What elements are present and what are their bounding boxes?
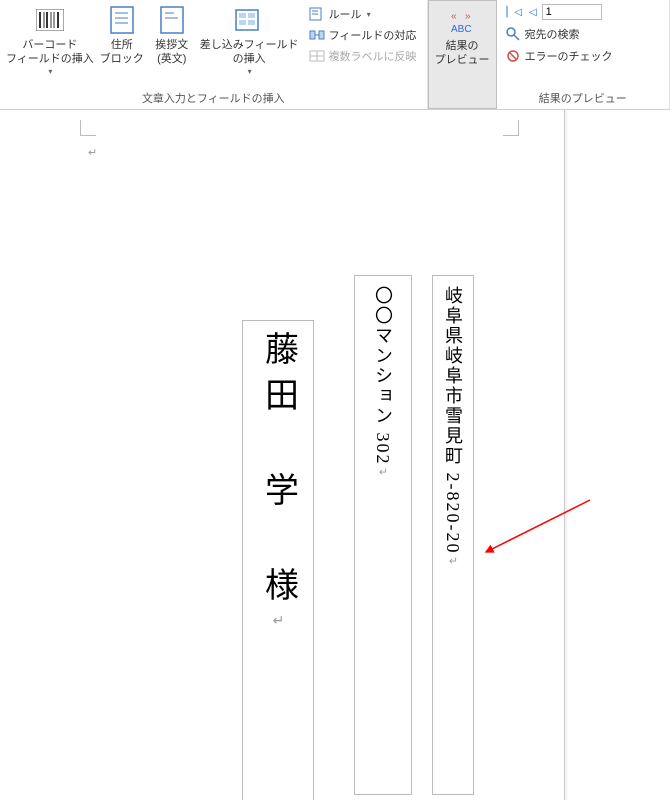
rules-icon [309, 6, 325, 22]
find-recipient-label: 宛先の検索 [525, 26, 580, 42]
svg-text:ABC: ABC [451, 24, 472, 35]
match-fields-label: フィールドの対応 [329, 27, 417, 43]
recipient-name-frame[interactable]: 藤田 学 様↵ [242, 320, 314, 800]
write-insert-group-label: 文章入力とフィールドの挿入 [4, 88, 423, 109]
ribbon: バーコード フィールドの挿入 ▾ 住所 ブロック 挨拶文 (英文) 差し [0, 0, 670, 110]
greeting-line-label: 挨拶文 (英文) [155, 38, 188, 67]
update-labels-icon [309, 48, 325, 64]
address-block-icon [106, 4, 138, 36]
update-labels-label: 複数ラベルに反映 [329, 48, 417, 64]
margin-corner-tr [503, 120, 519, 136]
insert-merge-field-icon [233, 4, 265, 36]
prev-record-button[interactable]: ◁ [527, 5, 539, 20]
update-labels-button: 複数ラベルに反映 [305, 46, 421, 66]
annotation-arrow [480, 490, 600, 610]
preview-results-icon: « » ABC [446, 5, 478, 37]
recipient-name-text: 藤田 学 様↵ [254, 331, 303, 800]
ribbon-group-preview: ▏◁ ◁ 宛先の検索 エラーのチェック 結果のプレビュー [497, 0, 670, 109]
barcode-label: バーコード フィールドの挿入 [6, 38, 94, 67]
insert-merge-field-label: 差し込みフィールド の挿入 [200, 38, 299, 67]
barcode-icon [34, 4, 66, 36]
rules-label: ルール [329, 6, 362, 22]
address-line2-text: 〇〇マンション 302↵ [370, 286, 396, 784]
rules-button[interactable]: ルール ▾ [305, 4, 421, 24]
preview-results-button[interactable]: « » ABC 結果の プレビュー [433, 3, 492, 70]
ribbon-group-write-insert: バーコード フィールドの挿入 ▾ 住所 ブロック 挨拶文 (英文) 差し [0, 0, 428, 109]
address-block-button[interactable]: 住所 ブロック [98, 2, 146, 69]
search-icon [505, 26, 521, 42]
check-errors-button[interactable]: エラーのチェック [501, 46, 665, 66]
preview-group-label: 結果のプレビュー [501, 88, 665, 109]
svg-text:«: « [451, 11, 457, 22]
match-fields-button[interactable]: フィールドの対応 [305, 25, 421, 45]
address-line2-frame[interactable]: 〇〇マンション 302↵ [354, 275, 412, 795]
preview-results-group: « » ABC 結果の プレビュー [428, 0, 497, 109]
check-errors-label: エラーのチェック [525, 48, 613, 64]
find-recipient-button[interactable]: 宛先の検索 [501, 24, 665, 44]
greeting-line-button[interactable]: 挨拶文 (英文) [148, 2, 196, 69]
first-record-button[interactable]: ▏◁ [505, 5, 524, 20]
preview-results-label: 結果の プレビュー [435, 39, 490, 68]
check-errors-icon [505, 48, 521, 64]
address-line1-frame[interactable]: 岐阜県岐阜市雪見町 2-820-20↵ [432, 275, 474, 795]
paragraph-mark: ↵ [88, 146, 97, 159]
barcode-field-button[interactable]: バーコード フィールドの挿入 ▾ [4, 2, 96, 78]
page[interactable]: ↵ 岐阜県岐阜市雪見町 2-820-20↵ 〇〇マンション 302↵ 藤田 学 … [0, 110, 565, 800]
document-area[interactable]: ↵ 岐阜県岐阜市雪見町 2-820-20↵ 〇〇マンション 302↵ 藤田 学 … [0, 110, 670, 800]
address-line1-text: 岐阜県岐阜市雪見町 2-820-20↵ [440, 286, 466, 784]
record-number-input[interactable] [542, 4, 602, 20]
chevron-down-icon: ▾ [367, 10, 371, 19]
chevron-down-icon: ▾ [248, 67, 252, 76]
greeting-line-icon [156, 4, 188, 36]
match-fields-icon [309, 27, 325, 43]
insert-merge-field-button[interactable]: 差し込みフィールド の挿入 ▾ [198, 2, 301, 78]
svg-text:»: » [465, 11, 471, 22]
margin-corner-tl [80, 120, 96, 136]
chevron-down-icon: ▾ [48, 67, 52, 76]
address-block-label: 住所 ブロック [100, 38, 144, 67]
